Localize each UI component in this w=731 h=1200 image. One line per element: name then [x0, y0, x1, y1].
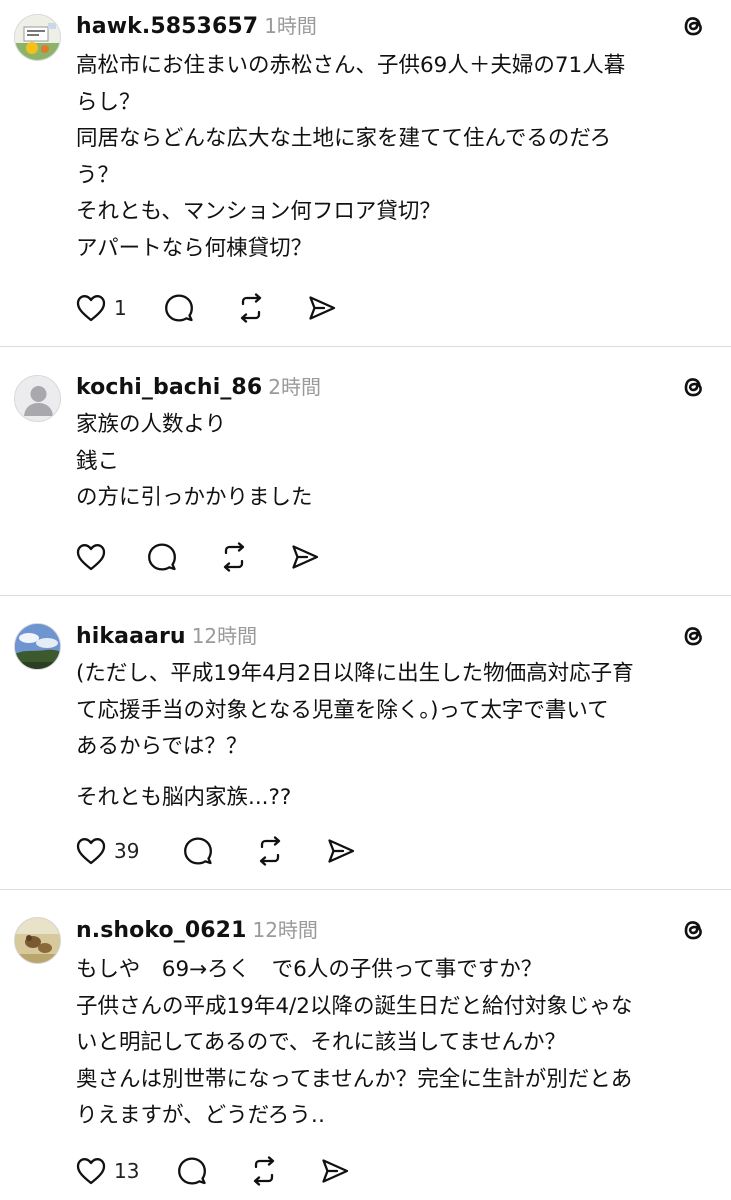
post-text-line: て応援手当の対象となる児童を除く。)って太字で書いて	[76, 697, 609, 723]
avatar[interactable]	[14, 14, 61, 61]
avatar-image-icon	[15, 624, 60, 669]
post-text-line: 高松市にお住まいの赤松さん、子供69人＋夫婦の71人暮	[76, 53, 626, 78]
post-body: もしや 69→ろく で6人の子供って事ですか？ 子供さんの平成19年4/2以降の…	[76, 952, 721, 1135]
post-header: hawk.5853657 1時間	[76, 10, 317, 39]
repost-arrows-icon	[259, 836, 281, 866]
like-button[interactable]: 13	[76, 1154, 139, 1188]
repost-button[interactable]	[255, 834, 285, 868]
post-text-line: の方に引っかかりました	[76, 485, 313, 510]
post-card: n.shoko_0621 12時間 もしや 69→ろく で6人の子供って事ですか？…	[0, 890, 731, 1200]
avatar[interactable]	[14, 623, 61, 670]
avatar[interactable]	[14, 917, 61, 964]
threads-logo-icon[interactable]	[678, 914, 710, 946]
post-body: 高松市にお住まいの赤松さん、子供69人＋夫婦の71人暮 らし？ 同居ならどんな広…	[76, 48, 721, 267]
like-count: 13	[114, 1159, 140, 1183]
post-text-line: 子供さんの平成19年4/2以降の誕生日だと給付対象じゃな	[76, 993, 633, 1019]
post-text-line: あるからでは？？	[76, 734, 248, 759]
comment-bubble-icon	[184, 837, 212, 865]
post-card: hawk.5853657 1時間 高松市にお住まいの赤松さん、子供69人＋夫婦の7…	[0, 0, 731, 346]
like-button[interactable]	[76, 540, 114, 574]
heart-outline-icon	[76, 544, 106, 571]
post-text-line: 同居ならどんな広大な土地に家を建てて住んでるのだろ	[76, 126, 612, 151]
post-card: hikaaaru 12時間 (ただし、平成19年4月2日以降に出生した物価高対応子…	[0, 596, 731, 889]
timestamp: 2時間	[268, 375, 321, 399]
repost-arrows-icon	[253, 1156, 275, 1186]
repost-button[interactable]	[219, 540, 249, 574]
default-avatar-icon	[15, 376, 60, 421]
repost-arrows-icon	[240, 293, 262, 323]
heart-outline-icon	[76, 838, 106, 865]
post-body: (ただし、平成19年4月2日以降に出生した物価高対応子育 て応援手当の対象となる…	[76, 656, 721, 816]
avatar-image-icon	[15, 918, 60, 963]
repost-arrows-icon	[223, 542, 245, 572]
reply-button[interactable]	[147, 540, 177, 574]
like-button[interactable]: 39	[76, 834, 139, 868]
reply-button[interactable]	[183, 834, 213, 868]
post-text-line: りえますが、どうだろう‥	[76, 1103, 326, 1128]
like-count: 1	[114, 296, 127, 320]
post-text-line: それとも、マンション何フロア貸切？	[76, 199, 441, 224]
share-button[interactable]	[307, 291, 337, 325]
share-button[interactable]	[326, 834, 356, 868]
heart-outline-icon	[76, 1158, 106, 1185]
post-text-line: らし？	[76, 89, 141, 115]
timestamp: 12時間	[252, 918, 318, 942]
post-card: kochi_bachi_86 2時間 家族の人数より 銭こ の方に引っかかりました	[0, 347, 731, 594]
share-button[interactable]	[290, 540, 320, 574]
post-text-line: 銭こ	[76, 448, 120, 474]
post-body: 家族の人数より 銭こ の方に引っかかりました	[76, 407, 721, 517]
like-count: 39	[114, 839, 140, 863]
post-text-line: もしや 69→ろく で6人の子供って事ですか？	[76, 957, 543, 982]
send-paper-plane-icon	[309, 296, 336, 320]
post-text-line: 奥さんは別世帯になってませんか？完全に生計が別だとあ	[76, 1066, 633, 1092]
send-paper-plane-icon	[292, 545, 319, 569]
reply-button[interactable]	[164, 291, 194, 325]
comment-bubble-icon	[148, 543, 176, 571]
post-text-line: (ただし、平成19年4月2日以降に出生した物価高対応子育	[76, 661, 634, 686]
post-text-line: う？	[76, 162, 120, 188]
share-button[interactable]	[320, 1154, 350, 1188]
post-text-line: 家族の人数より	[76, 412, 227, 437]
like-button[interactable]: 1	[76, 291, 127, 325]
username[interactable]: kochi_bachi_86	[76, 375, 262, 400]
username[interactable]: n.shoko_0621	[76, 918, 246, 943]
post-text-line: それとも脳内家族...??	[76, 784, 292, 810]
username[interactable]: hikaaaru	[76, 624, 186, 649]
threads-logo-icon[interactable]	[678, 620, 710, 652]
avatar[interactable]	[14, 375, 61, 422]
post-header: kochi_bachi_86 2時間	[76, 371, 321, 400]
timestamp: 1時間	[264, 14, 317, 38]
post-header: hikaaaru 12時間	[76, 620, 257, 649]
post-header: n.shoko_0621 12時間	[76, 914, 318, 943]
comment-bubble-icon	[178, 1157, 206, 1185]
post-text-line: いと明記してあるので、それに該当してませんか？	[76, 1030, 566, 1055]
send-paper-plane-icon	[322, 1159, 349, 1183]
threads-logo-icon[interactable]	[678, 371, 710, 403]
comment-bubble-icon	[165, 294, 193, 322]
avatar-image-icon	[15, 15, 60, 60]
username[interactable]: hawk.5853657	[76, 14, 258, 39]
send-paper-plane-icon	[328, 839, 355, 863]
reply-button[interactable]	[177, 1154, 207, 1188]
threads-logo-icon[interactable]	[678, 10, 710, 42]
repost-button[interactable]	[236, 291, 266, 325]
repost-button[interactable]	[249, 1154, 279, 1188]
post-text-line: アパートなら何棟貸切？	[76, 235, 313, 261]
timestamp: 12時間	[191, 624, 258, 648]
heart-outline-icon	[76, 295, 106, 322]
